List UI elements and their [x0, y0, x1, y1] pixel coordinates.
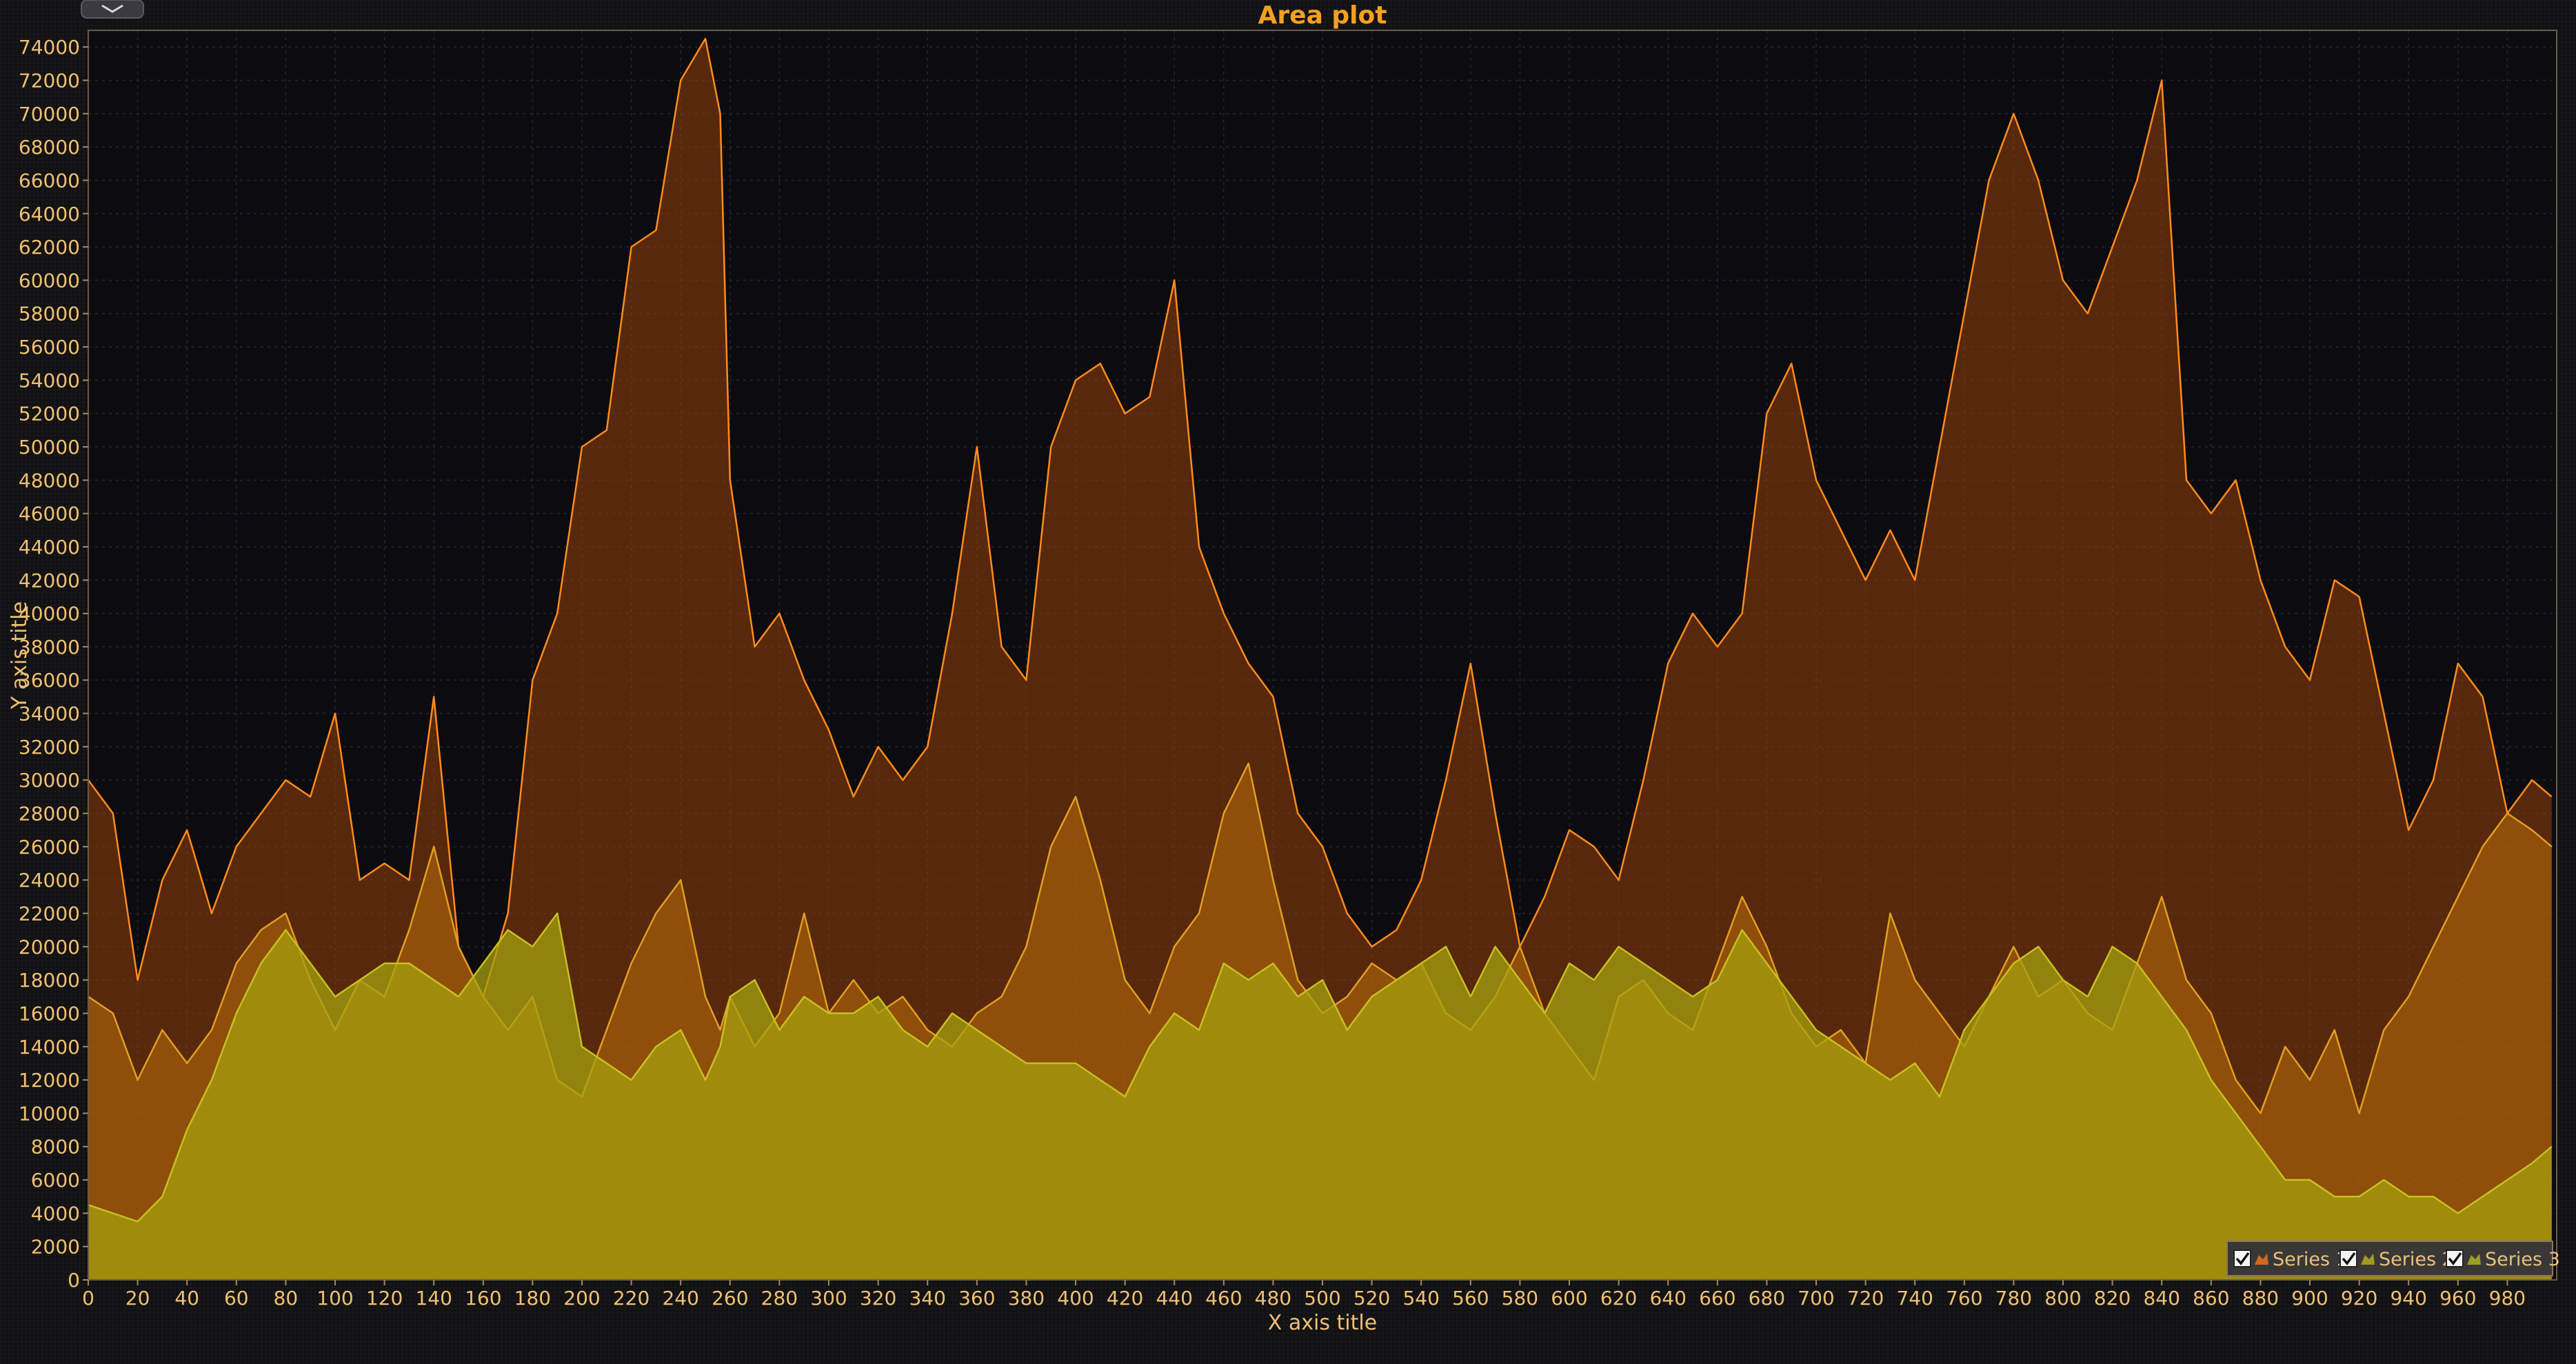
y-tick-label: 10000	[19, 1102, 80, 1125]
x-axis-title: X axis title	[1268, 1311, 1377, 1335]
x-tick-label: 300	[810, 1287, 847, 1310]
y-axis-title: Y axis title	[8, 601, 32, 710]
x-tick-label: 100	[316, 1287, 353, 1310]
y-tick-label: 14000	[19, 1036, 80, 1059]
y-tick-label: 52000	[19, 403, 80, 425]
y-tick-label: 30000	[19, 769, 80, 792]
y-tick-label: 50000	[19, 436, 80, 459]
x-tick-label: 320	[860, 1287, 896, 1310]
y-tick-label: 42000	[19, 569, 80, 592]
y-tick-label: 68000	[19, 136, 80, 159]
y-tick-label: 56000	[19, 336, 80, 359]
x-tick-label: 640	[1649, 1287, 1686, 1310]
legend-item-series-1[interactable]: Series 1	[2233, 1249, 2348, 1270]
y-tick-label: 16000	[19, 1002, 80, 1025]
x-tick-label: 580	[1502, 1287, 1538, 1310]
x-tick-label: 420	[1107, 1287, 1143, 1310]
x-tick-label: 120	[366, 1287, 403, 1310]
x-tick-label: 440	[1156, 1287, 1192, 1310]
x-tick-label: 480	[1255, 1287, 1291, 1310]
x-tick-label: 260	[712, 1287, 748, 1310]
x-tick-label: 880	[2242, 1287, 2279, 1310]
x-tick-label: 660	[1699, 1287, 1735, 1310]
area-chart: 0 2000 4000 6000 8000 10000 12000 14000 16000 180…	[0, 0, 2576, 1364]
x-tick-label: 780	[1995, 1287, 2032, 1310]
x-tick-label: 700	[1798, 1287, 1834, 1310]
y-tick-label: 46000	[19, 503, 80, 525]
y-tick-label: 0	[68, 1269, 80, 1292]
y-tick-label: 66000	[19, 169, 80, 192]
x-tick-label: 80	[274, 1287, 299, 1310]
x-tick-label: 40	[174, 1287, 199, 1310]
y-tick-label: 60000	[19, 269, 80, 292]
x-tick-label: 800	[2044, 1287, 2081, 1310]
collapse-button[interactable]	[81, 0, 144, 19]
x-tick-label: 760	[1946, 1287, 1982, 1310]
x-tick-label: 560	[1452, 1287, 1489, 1310]
x-tick-label: 680	[1749, 1287, 1785, 1310]
x-tick-label: 220	[613, 1287, 650, 1310]
x-tick-label: 340	[909, 1287, 945, 1310]
y-tick-label: 22000	[19, 902, 80, 925]
x-tick-label: 140	[415, 1287, 452, 1310]
y-tick-label: 4000	[31, 1202, 80, 1225]
legend-label: Series 3	[2485, 1249, 2560, 1270]
x-tick-label: 240	[662, 1287, 698, 1310]
y-tick-label: 8000	[31, 1136, 80, 1159]
x-tick-label: 600	[1551, 1287, 1587, 1310]
y-tick-label: 64000	[19, 203, 80, 225]
legend-label: Series 2	[2379, 1249, 2454, 1270]
x-tick-label: 960	[2439, 1287, 2476, 1310]
y-tick-label: 70000	[19, 103, 80, 126]
x-tick-label: 20	[125, 1287, 150, 1310]
x-tick-label: 860	[2193, 1287, 2229, 1310]
legend-label: Series 1	[2273, 1249, 2348, 1270]
y-tick-label: 20000	[19, 936, 80, 959]
chart-canvas: 0200040006000800010000120001400016000180…	[0, 0, 2576, 1364]
x-tick-label: 900	[2291, 1287, 2328, 1310]
legend-item-series-3[interactable]: Series 3	[2446, 1249, 2560, 1270]
x-tick-label: 180	[514, 1287, 551, 1310]
y-tick-label: 54000	[19, 369, 80, 392]
x-tick-label: 540	[1402, 1287, 1439, 1310]
legend-item-series-2[interactable]: Series 2	[2339, 1249, 2454, 1270]
y-tick-label: 72000	[19, 69, 80, 92]
y-tick-label: 12000	[19, 1069, 80, 1092]
x-tick-label: 620	[1600, 1287, 1637, 1310]
x-tick-label: 380	[1008, 1287, 1045, 1310]
x-tick-label: 60	[224, 1287, 249, 1310]
y-tick-label: 44000	[19, 536, 80, 559]
x-tick-label: 520	[1354, 1287, 1390, 1310]
x-tick-label: 840	[2143, 1287, 2180, 1310]
x-tick-label: 980	[2489, 1287, 2526, 1310]
x-tick-label: 500	[1304, 1287, 1340, 1310]
x-tick-label: 0	[82, 1287, 94, 1310]
y-tick-label: 6000	[31, 1169, 80, 1192]
x-tick-label: 740	[1896, 1287, 1933, 1310]
y-tick-label: 58000	[19, 303, 80, 325]
x-tick-label: 820	[2094, 1287, 2131, 1310]
x-tick-label: 940	[2390, 1287, 2426, 1310]
chart-title: Area plot	[1258, 1, 1387, 30]
x-tick-label: 920	[2341, 1287, 2377, 1310]
y-tick-label: 74000	[19, 36, 80, 59]
x-tick-label: 280	[761, 1287, 798, 1310]
x-tick-label: 400	[1057, 1287, 1094, 1310]
x-tick-label: 160	[465, 1287, 501, 1310]
x-tick-label: 720	[1847, 1287, 1884, 1310]
x-tick-label: 200	[563, 1287, 600, 1310]
y-tick-label: 24000	[19, 869, 80, 892]
x-tick-label: 360	[958, 1287, 995, 1310]
y-tick-label: 62000	[19, 236, 80, 259]
y-tick-label: 2000	[31, 1236, 80, 1258]
legend: Series 1 Series 2 Series 3	[2226, 1241, 2560, 1276]
y-tick-label: 28000	[19, 803, 80, 825]
y-tick-label: 26000	[19, 836, 80, 859]
y-tick-label: 48000	[19, 469, 80, 492]
y-tick-label: 18000	[19, 969, 80, 992]
y-tick-label: 32000	[19, 736, 80, 759]
x-tick-label: 460	[1205, 1287, 1242, 1310]
